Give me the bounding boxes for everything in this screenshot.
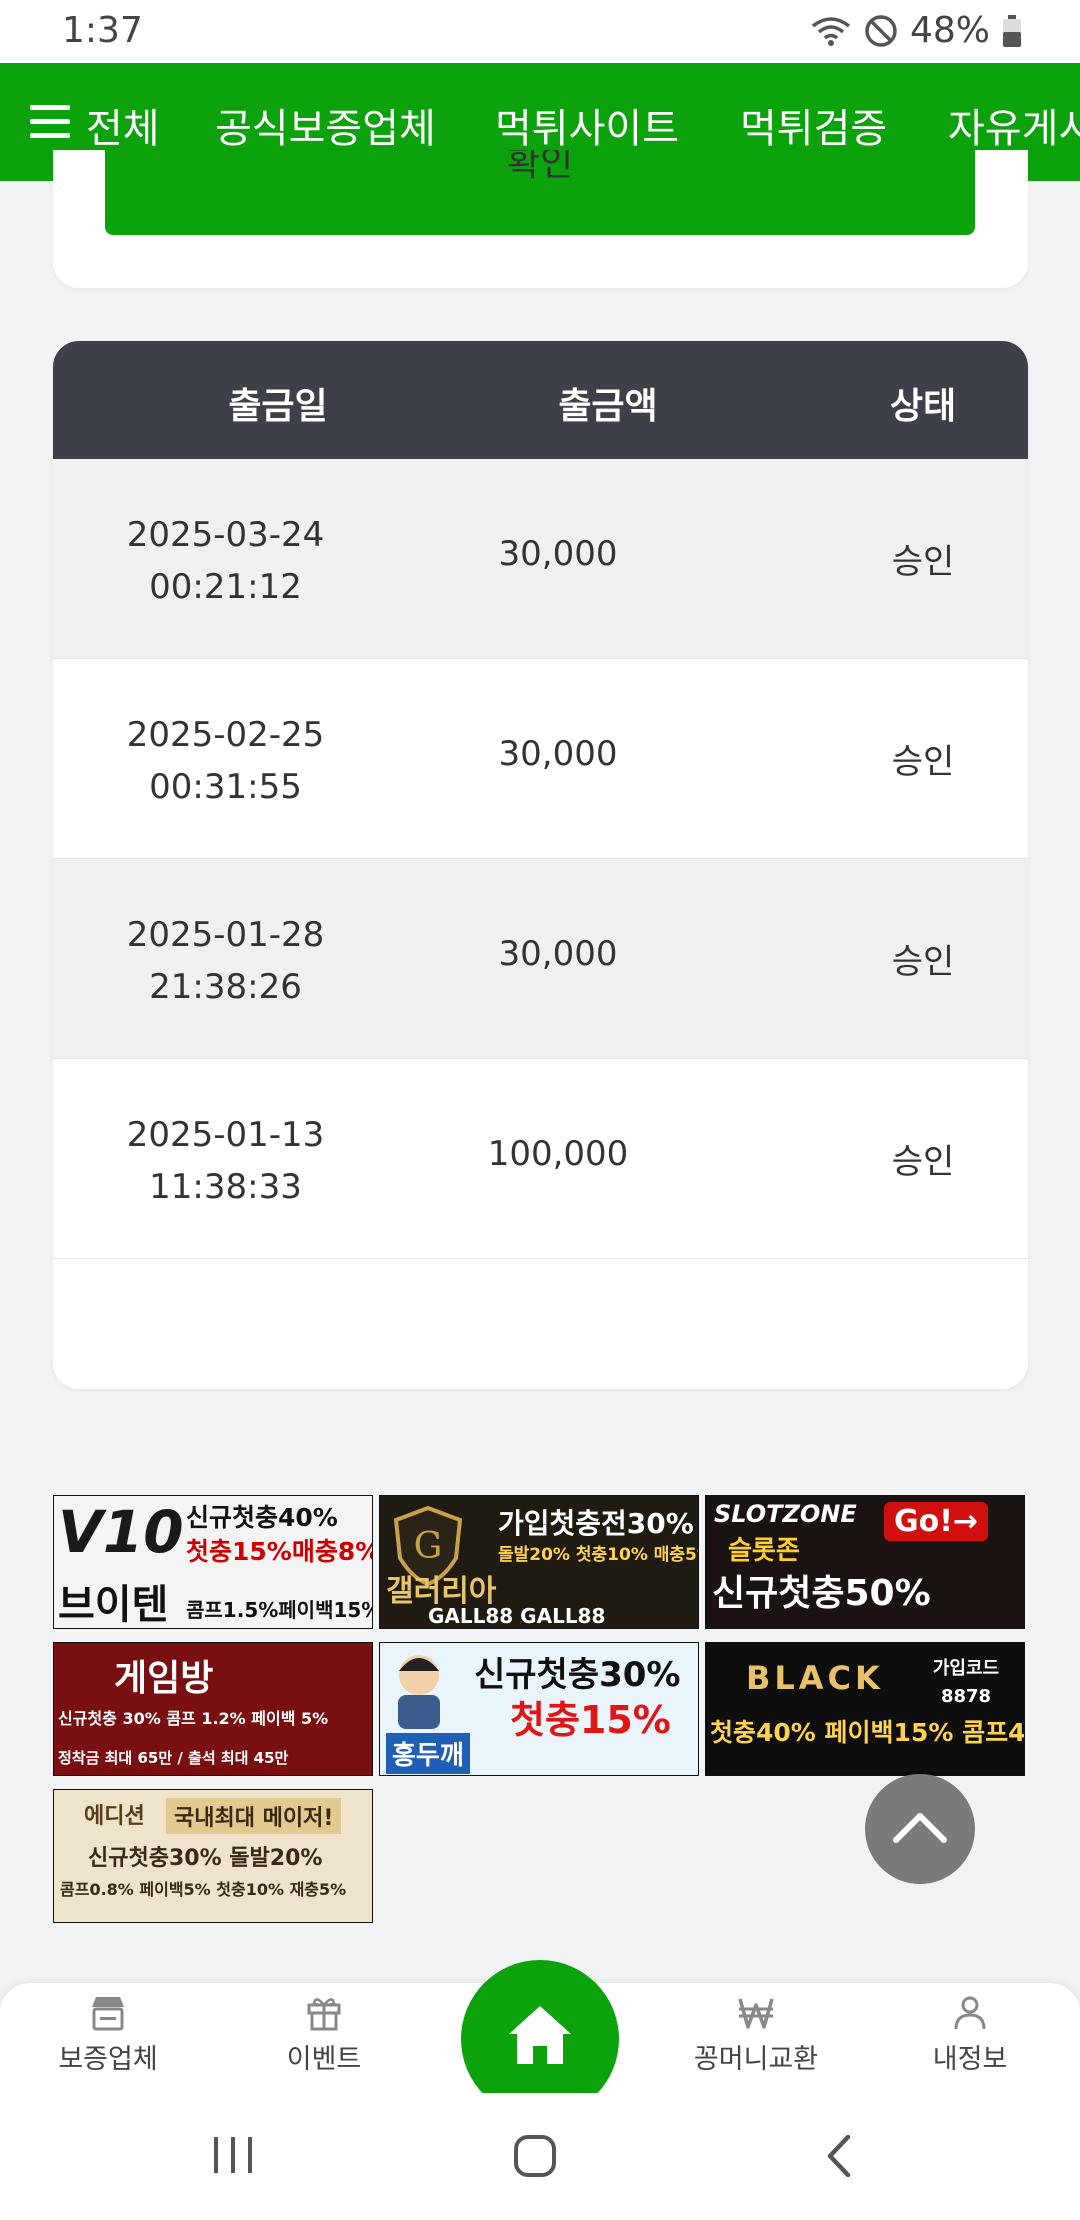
gift-icon: [307, 1998, 341, 2031]
nav-item-free-board[interactable]: 자유게시: [948, 96, 1080, 154]
table-row: 2025-02-25 00:31:55 30,000 승인: [53, 659, 1028, 859]
status-bar: 1:37 48%: [0, 0, 1080, 63]
store-icon: [92, 1997, 124, 2031]
banner-v10[interactable]: V10 신규첫충40% 첫충15%매충8% 브이텐 콤프1.5%페이백15%: [53, 1495, 373, 1629]
won-icon: [738, 1998, 774, 2029]
home-system-icon[interactable]: [512, 2133, 558, 2179]
battery-icon: [1003, 14, 1021, 47]
header-date: 출금일: [228, 386, 328, 427]
cell-date: 2025-01-13 11:38:33: [126, 1115, 325, 1207]
nav-item-all[interactable]: 전체: [86, 96, 160, 154]
table-row: 2025-03-24 00:21:12 30,000 승인: [53, 459, 1028, 659]
recent-apps-icon[interactable]: [210, 2135, 256, 2175]
system-nav-bar: [0, 2093, 1080, 2220]
bottom-nav-money-exchange[interactable]: 꽁머니교환: [666, 1993, 846, 2076]
cell-status: 승인: [891, 942, 955, 982]
banner-hongdukke[interactable]: 신규첫충30% 첫충15% 홍두깨: [379, 1642, 699, 1776]
cell-amount: 30,000: [498, 934, 618, 974]
banner-gamebang[interactable]: 게임방 신규첫충 30% 콤프 1.2% 페이백 5% 정착금 최대 65만 /…: [53, 1642, 373, 1776]
do-not-disturb-icon: [865, 14, 897, 47]
cell-amount: 30,000: [498, 534, 618, 574]
table-header: 출금일 출금액 상태: [53, 341, 1028, 459]
banner-edition[interactable]: 에디션 국내최대 메이저! 신규첫충30% 돌발20% 콤프0.8% 페이백5%…: [53, 1789, 373, 1923]
banner-black[interactable]: BLACK 가입코드 8878 첫충40% 페이백15% 콤프4%: [705, 1642, 1025, 1776]
table-row: 2025-01-13 11:38:33 100,000 승인: [53, 1059, 1028, 1259]
cell-status: 승인: [891, 542, 955, 582]
cell-amount: 30,000: [498, 734, 618, 774]
menu-icon[interactable]: [30, 105, 70, 139]
nav-item-scam-sites[interactable]: 먹튀사이트: [495, 96, 679, 154]
back-icon[interactable]: [822, 2133, 854, 2179]
battery-percent: 48%: [909, 10, 990, 51]
banner-galleria[interactable]: G 가입첫충전30% 돌발20% 첫충10% 매충5% 갤러리아 GALL88 …: [379, 1495, 699, 1629]
cell-date: 2025-02-25 00:31:55: [126, 715, 325, 807]
cell-status: 승인: [891, 1142, 955, 1182]
nav-item-scam-verification[interactable]: 먹튀검증: [740, 96, 887, 154]
table-row: 2025-01-28 21:38:26 30,000 승인: [53, 859, 1028, 1059]
bottom-nav-events[interactable]: 이벤트: [234, 1993, 414, 2076]
cell-date: 2025-03-24 00:21:12: [126, 515, 325, 607]
header-status: 상태: [889, 386, 957, 427]
chevron-up-icon: [893, 1813, 947, 1843]
cell-status: 승인: [891, 742, 955, 782]
user-icon: [954, 1996, 986, 2030]
bottom-nav-partners[interactable]: 보증업체: [18, 1993, 198, 2076]
scroll-to-top-button[interactable]: [865, 1774, 975, 1884]
character-icon: [398, 1655, 440, 1729]
banner-slotzone[interactable]: SLOTZONE Go!→ 슬롯존 신규첫충50%: [705, 1495, 1025, 1629]
confirm-label: 확인: [506, 150, 574, 184]
header-amount: 출금액: [558, 386, 658, 427]
withdrawal-table: 출금일 출금액 상태 2025-03-24 00:21:12 30,000 승인…: [53, 341, 1028, 1389]
nav-item-official-partners[interactable]: 공식보증업체: [215, 96, 436, 154]
cell-date: 2025-01-28 21:38:26: [126, 915, 325, 1007]
status-time: 1:37: [62, 10, 143, 51]
cell-amount: 100,000: [487, 1134, 629, 1174]
bottom-nav-my-info[interactable]: 내정보: [880, 1993, 1060, 2076]
svg-text:G: G: [414, 1526, 443, 1567]
wifi-icon: [811, 16, 851, 46]
confirm-button[interactable]: 확인: [105, 150, 975, 235]
status-icons: 48%: [810, 10, 1022, 51]
home-icon: [509, 2006, 571, 2064]
